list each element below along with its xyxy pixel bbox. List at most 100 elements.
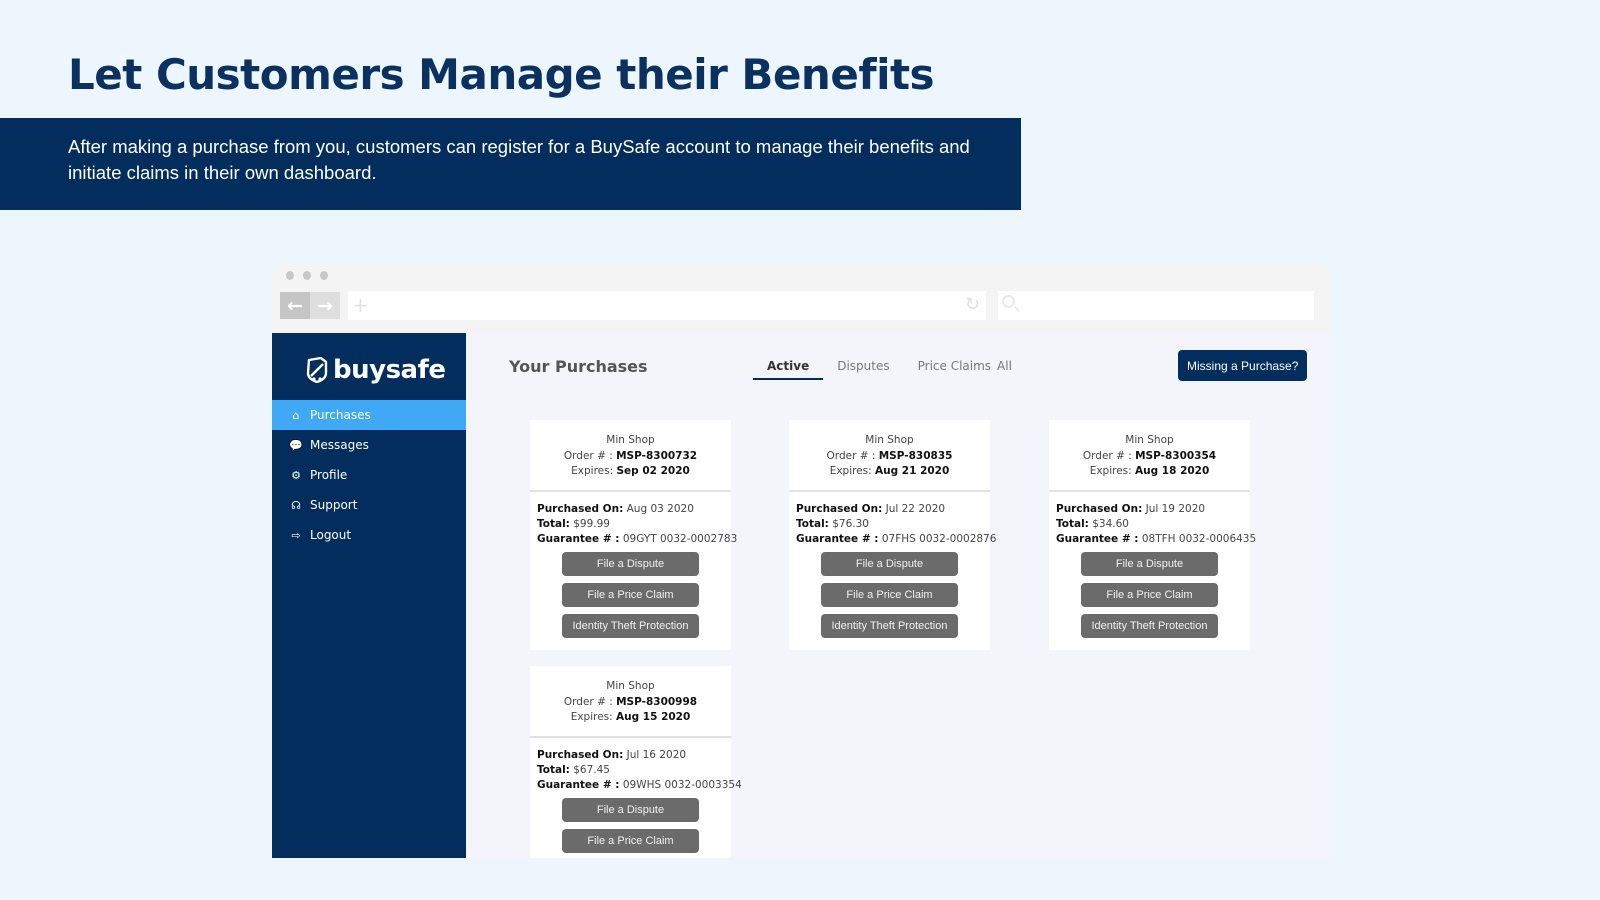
- tab-active[interactable]: Active: [753, 359, 824, 380]
- main-content: Your Purchases Active Disputes Price Claim…: [466, 333, 1330, 858]
- window-dot[interactable]: [286, 271, 294, 280]
- search-icon: [1002, 295, 1015, 308]
- order-label: Order # :: [826, 449, 879, 462]
- chat-icon: 💬: [289, 438, 303, 452]
- plus-icon[interactable]: +: [352, 293, 369, 317]
- purchased-on-label: Purchased On:: [796, 502, 883, 515]
- purchased-on-row: Purchased On: Jul 22 2020: [796, 502, 983, 517]
- purchased-on-value: Jul 22 2020: [885, 502, 946, 515]
- address-bar[interactable]: + ↻: [348, 291, 986, 320]
- forward-arrow-icon[interactable]: →: [310, 292, 340, 319]
- expires-label: Expires:: [829, 465, 876, 477]
- file-dispute-button[interactable]: File a Dispute: [1081, 551, 1218, 576]
- file-price-claim-button[interactable]: File a Price Claim: [1081, 582, 1218, 607]
- headset-icon: ☊: [291, 498, 301, 512]
- file-dispute-button[interactable]: File a Dispute: [562, 797, 699, 822]
- browser-window: ← → + ↻ buysafe ⌂ Purchases 💬 Messages ⚙ Pr: [272, 264, 1330, 858]
- shield-icon: [306, 356, 328, 384]
- file-price-claim-button[interactable]: File a Price Claim: [562, 582, 699, 607]
- window-controls: [286, 271, 328, 280]
- expires-label: Expires:: [570, 711, 617, 723]
- sidebar-item-support[interactable]: ☊ Support: [272, 490, 466, 520]
- guarantee-row: Guarantee # : 09WHS 0032-0003354: [537, 778, 742, 793]
- shop-name-line: Min Shop: [1049, 433, 1250, 449]
- total-label: Total:: [796, 517, 829, 530]
- card-actions: File a Dispute File a Price Claim Identity…: [789, 547, 990, 650]
- purchase-card: Min Shop Order # : MSP-8300354 Expires: Au…: [1049, 420, 1256, 650]
- reload-icon[interactable]: ↻: [965, 294, 980, 315]
- window-dot[interactable]: [320, 271, 328, 280]
- purchased-on-label: Purchased On:: [537, 748, 624, 761]
- identity-theft-protection-button[interactable]: Identity Theft Protection: [821, 613, 958, 638]
- tab-disputes[interactable]: Disputes: [823, 359, 903, 380]
- identity-theft-protection-button[interactable]: Identity Theft Protection: [562, 613, 699, 638]
- sidebar-item-profile[interactable]: ⚙ Profile: [272, 460, 466, 490]
- guarantee-row: Guarantee # : 07FHS 0032-0002876: [796, 532, 996, 547]
- tab-all[interactable]: All: [997, 359, 1026, 380]
- purchase-card: Min Shop Order # : MSP-830835 Expires: Aug…: [789, 420, 996, 650]
- purchased-on-row: Purchased On: Jul 19 2020: [1056, 502, 1243, 517]
- purchased-on-label: Purchased On:: [1056, 502, 1143, 515]
- purchased-on-value: Aug 03 2020: [626, 502, 694, 515]
- sidebar-item-purchases[interactable]: ⌂ Purchases: [272, 400, 466, 430]
- guarantee-label: Guarantee # :: [537, 532, 620, 545]
- order-line: Order # : MSP-8300998: [530, 695, 731, 711]
- home-icon: ⌂: [292, 408, 300, 422]
- card-details: Purchased On: Jul 22 2020 Total: $76.30 Gu…: [789, 492, 996, 547]
- guarantee-label: Guarantee # :: [537, 778, 620, 791]
- total-label: Total:: [537, 517, 570, 530]
- purchase-card: Min Shop Order # : MSP-8300732 Expires: Se…: [530, 420, 737, 650]
- order-number: MSP-8300732: [616, 449, 698, 462]
- card-actions: File a Dispute File a Price Claim Identity…: [1049, 547, 1250, 650]
- card-header: Min Shop Order # : MSP-830835 Expires: Aug…: [789, 420, 990, 492]
- purchased-on-value: Jul 16 2020: [626, 748, 687, 761]
- purchase-card: Min Shop Order # : MSP-8300998 Expires: Au…: [530, 666, 742, 858]
- sidebar-item-logout[interactable]: ⇨ Logout: [272, 520, 466, 550]
- expires-date: Aug 18 2020: [1135, 465, 1210, 477]
- total-row: Total: $99.99: [537, 517, 724, 532]
- window-dot[interactable]: [303, 271, 311, 280]
- card-details: Purchased On: Jul 19 2020 Total: $34.60 Gu…: [1049, 492, 1256, 547]
- slide-title: Let Customers Manage their Benefits: [68, 50, 935, 99]
- logout-icon: ⇨: [291, 528, 301, 542]
- card-header: Min Shop Order # : MSP-8300354 Expires: Au…: [1049, 420, 1250, 492]
- order-line: Order # : MSP-8300732: [530, 449, 731, 465]
- guarantee-value: 09GYT 0032-0002783: [622, 532, 738, 545]
- file-price-claim-button[interactable]: File a Price Claim: [562, 828, 699, 853]
- total-label: Total:: [537, 763, 570, 776]
- order-line: Order # : MSP-830835: [789, 449, 990, 465]
- browser-search-input[interactable]: [998, 291, 1314, 320]
- expires-label: Expires:: [1089, 465, 1136, 477]
- gear-icon: ⚙: [291, 468, 301, 482]
- order-number: MSP-8300998: [616, 695, 698, 708]
- total-row: Total: $67.45: [537, 763, 724, 778]
- sidebar-item-label: Purchases: [310, 408, 371, 422]
- total-label: Total:: [1056, 517, 1089, 530]
- guarantee-value: 08TFH 0032-0006435: [1141, 532, 1257, 545]
- shop-name: Min Shop: [606, 680, 655, 692]
- tab-price-claims[interactable]: Price Claims: [904, 359, 997, 380]
- file-price-claim-button[interactable]: File a Price Claim: [821, 582, 958, 607]
- expires-line: Expires: Aug 21 2020: [789, 464, 990, 480]
- purchased-on-label: Purchased On:: [537, 502, 624, 515]
- sidebar-nav: ⌂ Purchases 💬 Messages ⚙ Profile ☊ Support ⇨ Logo…: [272, 400, 466, 550]
- order-label: Order # :: [1082, 449, 1136, 462]
- expires-date: Aug 21 2020: [875, 465, 950, 477]
- expires-date: Sep 02 2020: [616, 465, 690, 477]
- total-value: $99.99: [573, 517, 610, 530]
- file-dispute-button[interactable]: File a Dispute: [821, 551, 958, 576]
- buysafe-app: buysafe ⌂ Purchases 💬 Messages ⚙ Profile ☊ Supp…: [272, 333, 1330, 858]
- identity-theft-protection-button[interactable]: Identity Theft Protection: [1081, 613, 1218, 638]
- back-arrow-icon[interactable]: ←: [280, 292, 310, 319]
- logo-text: buysafe: [333, 355, 446, 385]
- expires-label: Expires:: [571, 465, 617, 477]
- sidebar-item-label: Profile: [310, 468, 348, 482]
- guarantee-row: Guarantee # : 08TFH 0032-0006435: [1056, 532, 1256, 547]
- purchased-on-row: Purchased On: Jul 16 2020: [537, 748, 724, 763]
- file-dispute-button[interactable]: File a Dispute: [562, 551, 699, 576]
- total-value: $34.60: [1092, 517, 1129, 530]
- card-header: Min Shop Order # : MSP-8300998 Expires: Au…: [530, 666, 731, 738]
- buysafe-logo[interactable]: buysafe: [306, 355, 446, 385]
- missing-purchase-button[interactable]: Missing a Purchase?: [1178, 350, 1308, 381]
- sidebar-item-messages[interactable]: 💬 Messages: [272, 430, 466, 460]
